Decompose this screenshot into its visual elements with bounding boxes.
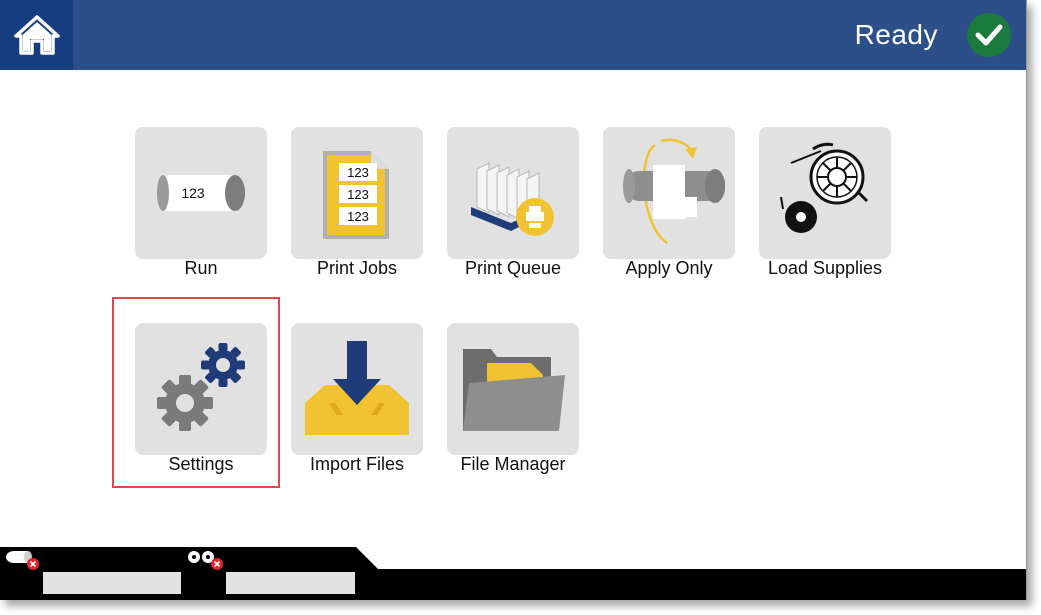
label-supply-field — [43, 572, 181, 594]
tile-load-supplies-box — [759, 127, 891, 259]
print-queue-icon — [471, 162, 554, 236]
home-button[interactable] — [0, 0, 73, 70]
apply-only-icon — [623, 138, 725, 245]
home-icon — [13, 15, 60, 55]
tile-print-queue[interactable]: Print Queue — [447, 127, 579, 287]
supply-status-bar — [0, 547, 1026, 600]
tile-load-supplies-label: Load Supplies — [767, 258, 883, 278]
print-jobs-text-1: 123 — [347, 165, 369, 180]
status-text: Ready — [854, 19, 938, 50]
print-jobs-text-2: 123 — [347, 187, 369, 202]
ribbon-supply-field — [226, 572, 355, 594]
tile-run[interactable]: 123 Run — [135, 127, 267, 287]
main-screen: Ready 123 Run 123 123 123 Print Jobs Pri… — [0, 0, 1027, 600]
tile-import-files-box — [291, 323, 423, 455]
check-circle-icon — [967, 13, 1011, 57]
load-supplies-icon — [780, 142, 869, 233]
print-jobs-icon: 123 123 123 — [323, 151, 389, 239]
file-manager-icon — [463, 349, 565, 431]
tile-file-manager[interactable]: File Manager — [447, 323, 579, 483]
tile-run-label: Run — [184, 258, 218, 278]
run-roll-text: 123 — [181, 185, 205, 201]
print-jobs-text-3: 123 — [347, 209, 369, 224]
tile-run-box: 123 — [135, 127, 267, 259]
label-roll-icon: 123 — [157, 175, 245, 211]
tile-file-manager-label: File Manager — [460, 454, 566, 474]
ribbon-supply-error-icon — [188, 551, 223, 570]
tile-settings[interactable]: Settings — [135, 323, 267, 483]
tile-print-jobs[interactable]: 123 123 123 Print Jobs — [291, 127, 423, 287]
tile-file-manager-box — [447, 323, 579, 455]
tile-settings-label: Settings — [168, 454, 234, 474]
tile-settings-box — [135, 323, 267, 455]
tile-apply-only-box — [603, 127, 735, 259]
tile-print-queue-label: Print Queue — [464, 258, 562, 278]
tile-apply-only[interactable]: Apply Only — [603, 127, 735, 287]
header-bar: Ready — [0, 0, 1026, 70]
tile-load-supplies[interactable]: Load Supplies — [759, 127, 891, 287]
tile-import-files[interactable]: Import Files — [291, 323, 423, 483]
tile-print-jobs-label: Print Jobs — [316, 258, 398, 278]
import-files-icon — [305, 341, 409, 435]
tile-apply-only-label: Apply Only — [625, 258, 713, 278]
tile-print-jobs-box: 123 123 123 — [291, 127, 423, 259]
tile-import-files-label: Import Files — [309, 454, 405, 474]
tile-print-queue-box — [447, 127, 579, 259]
label-supply-error-icon — [6, 551, 39, 570]
settings-gears-icon — [157, 343, 245, 431]
